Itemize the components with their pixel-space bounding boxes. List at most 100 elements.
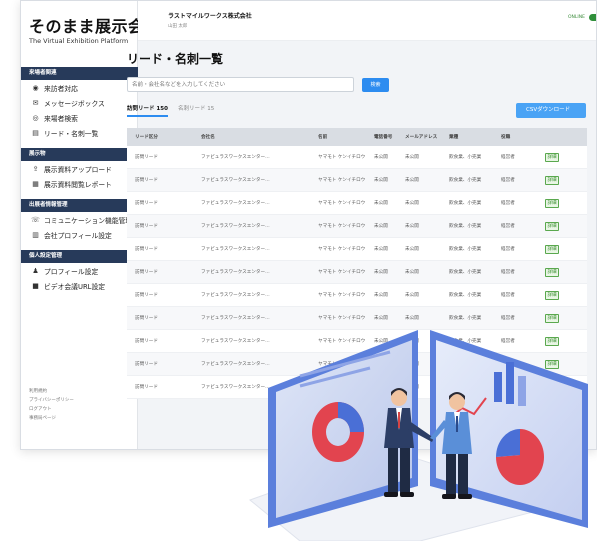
table-cell: 飲食業、小売業: [449, 293, 482, 298]
table-cell: 未公開: [405, 385, 419, 390]
detail-cell[interactable]: 詳細: [543, 290, 587, 300]
table-cell: 未公開: [374, 224, 388, 229]
table-cell: 未公開: [405, 178, 419, 183]
table-cell: ヤマモト ケンイチロウ: [318, 270, 366, 275]
detail-button[interactable]: 詳細: [545, 290, 559, 300]
table-cell: 未公開: [374, 247, 388, 252]
table-cell: 飲食業、小売業: [449, 155, 482, 160]
detail-cell[interactable]: 詳細: [543, 175, 587, 185]
detail-cell[interactable]: 詳細: [543, 313, 587, 323]
status-indicator[interactable]: ONLINE: [568, 14, 596, 21]
table-cell: 未公開: [374, 339, 388, 344]
table-cell: 未公開: [405, 155, 419, 160]
detail-button[interactable]: 詳細: [545, 267, 559, 277]
detail-cell[interactable]: 詳細: [543, 244, 587, 254]
footer-link[interactable]: 事務局ページ: [29, 414, 74, 423]
table-row[interactable]: 訪問リード ファビュラスワークスエンター… ヤマモト ケンイチロウ 未公開 未公開 飲食業…: [127, 330, 587, 353]
table-cell: 経営者: [501, 224, 515, 229]
table-row[interactable]: 訪問リード ファビュラスワークスエンター… ヤマモト ケンイチロウ 未公開 未公開 飲食業…: [127, 307, 587, 330]
column-header[interactable]: 役職: [497, 134, 543, 140]
table-row[interactable]: 訪問リード ファビュラスワークスエンター… ヤマモト ケンイチロウ 未公開 未公開 飲食業…: [127, 238, 587, 261]
chat-icon: ✉: [32, 98, 39, 107]
column-header[interactable]: 業種: [445, 134, 497, 140]
table-cell: 飲食業、小売業: [449, 247, 482, 252]
sidebar-item-label: メッセージボックス: [44, 99, 105, 108]
table-cell: 未公開: [405, 224, 419, 229]
table-cell: ヤマモト ケンイチロウ: [318, 178, 366, 183]
detail-button[interactable]: 詳細: [545, 336, 559, 346]
table-cell: 未公開: [405, 316, 419, 321]
column-header[interactable]: リード区分: [127, 134, 193, 140]
sidebar-item[interactable]: ✉ メッセージボックス: [21, 95, 138, 110]
brand-title[interactable]: そのまま展示会: [29, 13, 145, 37]
sidebar-item[interactable]: ▤ リード・名刺一覧: [21, 125, 138, 140]
sidebar-item-label: 展示資料閲覧レポート: [44, 180, 112, 189]
column-header[interactable]: 電話番号: [370, 134, 401, 140]
detail-button[interactable]: 詳細: [545, 152, 559, 162]
footer-link[interactable]: 利用規約: [29, 387, 74, 396]
detail-button[interactable]: 詳細: [545, 198, 559, 208]
table-cell: ヤマモト ケンイチロウ: [318, 155, 366, 160]
tab-visit-leads[interactable]: 訪問リード 150: [127, 104, 168, 117]
detail-button[interactable]: 詳細: [545, 221, 559, 231]
search-button[interactable]: 検索: [362, 78, 389, 92]
sidebar-item[interactable]: ♟ プロフィール設定: [21, 263, 138, 278]
table-row[interactable]: 訪問リード ファビュラスワークスエンター… ヤマモト ケンイチロウ 未公開 未公開 飲食業…: [127, 353, 587, 376]
table-cell: 未公開: [374, 270, 388, 275]
table-row[interactable]: 訪問リード ファビュラスワークスエンター… ヤマモト ケンイチロウ 未公開 未公開 飲食業…: [127, 215, 587, 238]
table-row[interactable]: 訪問リード ファビュラスワークスエンター… ヤマモト ケンイチロウ 未公開 未公開 飲食業…: [127, 376, 587, 399]
tab-card-leads[interactable]: 名刺リード 15: [178, 104, 214, 112]
table-cell: ファビュラスワークスエンター…: [201, 178, 270, 183]
detail-button[interactable]: 詳細: [545, 313, 559, 323]
table-row[interactable]: 訪問リード ファビュラスワークスエンター… ヤマモト ケンイチロウ 未公開 未公開 飲食業…: [127, 192, 587, 215]
sidebar-item[interactable]: ⇪ 展示資料アップロード: [21, 161, 138, 176]
column-header[interactable]: 名前: [310, 134, 370, 140]
sidebar-item-label: リード・名刺一覧: [44, 129, 99, 138]
sidebar-item-label: 会社プロフィール設定: [44, 231, 112, 240]
sidebar-item[interactable]: ■ ビデオ会議URL設定: [21, 278, 138, 293]
detail-cell[interactable]: 詳細: [543, 221, 587, 231]
table-cell: 未公開: [374, 178, 388, 183]
sidebar-item-label: 展示資料アップロード: [44, 165, 112, 174]
sidebar-item-label: コミュニケーション機能管理: [44, 216, 133, 225]
table-row[interactable]: 訪問リード ファビュラスワークスエンター… ヤマモト ケンイチロウ 未公開 未公開 飲食業…: [127, 146, 587, 169]
footer-link[interactable]: プライバシーポリシー: [29, 396, 74, 405]
search-input[interactable]: [127, 77, 354, 92]
column-header[interactable]: 会社名: [193, 134, 310, 140]
sidebar-section-title: 展示物: [21, 148, 138, 161]
online-toggle[interactable]: [588, 14, 596, 21]
table-row[interactable]: 訪問リード ファビュラスワークスエンター… ヤマモト ケンイチロウ 未公開 未公開 飲食業…: [127, 261, 587, 284]
video-icon: ■: [32, 281, 39, 290]
csv-download-button[interactable]: CSVダウンロード: [516, 103, 586, 118]
table-cell: 経営者: [501, 155, 515, 160]
table-row[interactable]: 訪問リード ファビュラスワークスエンター… ヤマモト ケンイチロウ 未公開 未公開 飲食業…: [127, 284, 587, 307]
detail-cell[interactable]: 詳細: [543, 359, 587, 369]
sidebar-item[interactable]: ▦ 展示資料閲覧レポート: [21, 176, 138, 191]
table-cell: ヤマモト ケンイチロウ: [318, 362, 366, 367]
table-cell: ファビュラスワークスエンター…: [201, 270, 270, 275]
detail-button[interactable]: 詳細: [545, 175, 559, 185]
detail-button[interactable]: 詳細: [545, 244, 559, 254]
detail-button[interactable]: 詳細: [545, 359, 559, 369]
table-cell: 訪問リード: [135, 178, 158, 183]
footer-link[interactable]: ログアウト: [29, 405, 74, 414]
table-row[interactable]: 訪問リード ファビュラスワークスエンター… ヤマモト ケンイチロウ 未公開 未公開 飲食業…: [127, 169, 587, 192]
sidebar-item[interactable]: ◎ 来場者検索: [21, 110, 138, 125]
detail-cell[interactable]: 詳細: [543, 336, 587, 346]
detail-cell[interactable]: 詳細: [543, 152, 587, 162]
table-cell: ヤマモト ケンイチロウ: [318, 293, 366, 298]
detail-cell[interactable]: 詳細: [543, 382, 587, 392]
column-header[interactable]: メールアドレス: [401, 134, 445, 140]
detail-cell[interactable]: 詳細: [543, 267, 587, 277]
sidebar-item[interactable]: ◉ 来訪者対応: [21, 80, 138, 95]
table-cell: 未公開: [405, 270, 419, 275]
detail-button[interactable]: 詳細: [545, 382, 559, 392]
table-cell: 未公開: [405, 362, 419, 367]
eye-icon: ◉: [32, 83, 39, 92]
sidebar-section-title: 来場者関連: [21, 67, 138, 80]
detail-cell[interactable]: 詳細: [543, 198, 587, 208]
table-cell: 飲食業、小売業: [449, 385, 482, 390]
table-cell: 経営者: [501, 247, 515, 252]
sidebar-item[interactable]: ☏ コミュニケーション機能管理: [21, 212, 138, 227]
sidebar-item[interactable]: ▥ 会社プロフィール設定: [21, 227, 138, 242]
